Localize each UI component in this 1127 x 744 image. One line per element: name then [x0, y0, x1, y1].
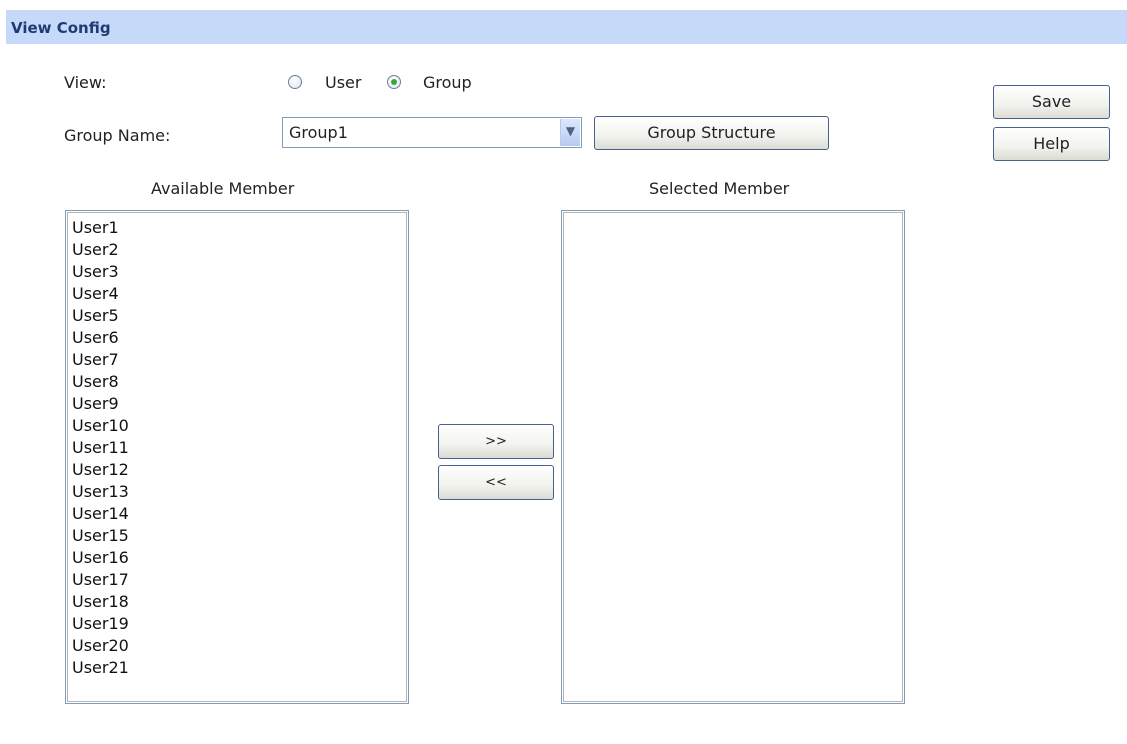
view-user-label[interactable]: User — [325, 73, 361, 92]
available-member-heading: Available Member — [151, 179, 295, 198]
list-item[interactable]: User5 — [72, 305, 402, 327]
selected-member-list-inner — [563, 212, 903, 702]
list-item[interactable]: User10 — [72, 415, 402, 437]
list-item[interactable]: User17 — [72, 569, 402, 591]
group-structure-button[interactable]: Group Structure — [594, 116, 829, 150]
list-item[interactable]: User19 — [72, 613, 402, 635]
selected-member-heading: Selected Member — [649, 179, 790, 198]
list-item[interactable]: User6 — [72, 327, 402, 349]
chevron-down-icon[interactable]: ▼ — [560, 119, 580, 146]
group-name-select[interactable]: Group1 ▼ — [282, 117, 582, 148]
list-item[interactable]: User7 — [72, 349, 402, 371]
view-group-radio[interactable] — [387, 75, 401, 89]
list-item[interactable]: User11 — [72, 437, 402, 459]
remove-member-button[interactable]: << — [438, 465, 554, 500]
group-name-label: Group Name: — [64, 126, 171, 145]
list-item[interactable]: User21 — [72, 657, 402, 679]
list-item[interactable]: User8 — [72, 371, 402, 393]
list-item[interactable]: User18 — [72, 591, 402, 613]
available-member-list-inner: User1 User2 User3 User4 User5 User6 User7 User8… — [67, 212, 407, 702]
list-item[interactable]: User2 — [72, 239, 402, 261]
available-member-list[interactable]: User1 User2 User3 User4 User5 User6 User7 User8… — [65, 210, 409, 704]
list-item[interactable]: User3 — [72, 261, 402, 283]
list-item[interactable]: User9 — [72, 393, 402, 415]
add-member-button[interactable]: >> — [438, 424, 554, 459]
list-item[interactable]: User14 — [72, 503, 402, 525]
view-group-label[interactable]: Group — [423, 73, 472, 92]
selected-member-list[interactable] — [561, 210, 905, 704]
list-item[interactable]: User15 — [72, 525, 402, 547]
list-item[interactable]: User16 — [72, 547, 402, 569]
list-item[interactable]: User12 — [72, 459, 402, 481]
list-item[interactable]: User4 — [72, 283, 402, 305]
view-label: View: — [64, 73, 107, 92]
list-item[interactable]: User1 — [72, 217, 402, 239]
list-item[interactable]: User20 — [72, 635, 402, 657]
help-button[interactable]: Help — [993, 127, 1110, 161]
group-name-value: Group1 — [289, 123, 348, 142]
save-button[interactable]: Save — [993, 85, 1110, 119]
page-title: View Config — [6, 10, 1127, 44]
list-item[interactable]: User13 — [72, 481, 402, 503]
view-user-radio[interactable] — [288, 75, 302, 89]
